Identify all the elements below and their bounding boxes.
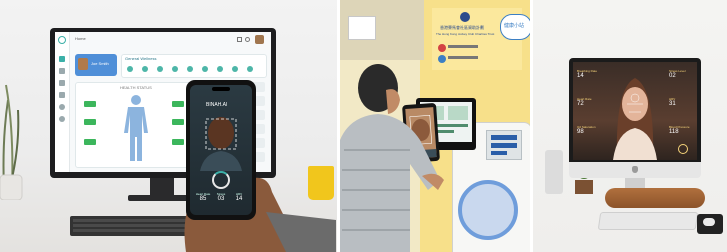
dashboard-photo: Home Joe Smith General Wellness HEALTH S… — [0, 0, 337, 252]
readout-value: 03 — [217, 196, 225, 202]
nav-help-icon[interactable] — [59, 116, 65, 122]
kiosk-photo: 香港賽馬會社區資助計劃 The Hong Kong Jockey Club Ch… — [340, 0, 530, 252]
phone-screen[interactable]: BINAH.AI Heart Rate 85 Stress 03 HRV 14 — [190, 85, 252, 215]
edit-icon[interactable] — [237, 37, 242, 42]
scan-progress-ring — [212, 171, 230, 189]
avatar[interactable] — [255, 35, 264, 44]
readout-2: Stress 03 — [212, 193, 230, 203]
imac-photo: Breathing Rate 14 Heart Rate 72 O2 Satur… — [533, 0, 727, 252]
stat-value: 31 — [669, 101, 676, 107]
user-avatar — [78, 58, 88, 70]
stat-value: 72 — [577, 101, 584, 107]
stat-stress-level: Stress Level 02 — [669, 70, 695, 80]
readout-1: Heart Rate 85 — [194, 193, 212, 203]
health-station-badge: 健康小站 — [500, 14, 530, 40]
metric-icons — [126, 65, 262, 73]
user-card[interactable]: Joe Smith — [75, 54, 117, 76]
face-portrait — [613, 78, 657, 160]
stat-breathing-rate: Breathing Rate 14 — [577, 70, 603, 80]
organ-tag[interactable] — [84, 101, 96, 107]
plant-decoration — [0, 80, 24, 200]
readout-value: 14 — [235, 196, 243, 202]
header-label: Home — [75, 36, 86, 41]
phone-notch — [212, 87, 230, 91]
nav-reports-icon[interactable] — [59, 80, 65, 86]
apple-logo-icon — [632, 166, 638, 173]
scan-progress-ring — [678, 144, 688, 154]
nav-chart-icon[interactable] — [59, 92, 65, 98]
nav-settings-icon[interactable] — [59, 104, 65, 110]
nav-home-icon[interactable] — [59, 56, 65, 62]
speaker — [545, 150, 563, 194]
organ-tag[interactable] — [172, 101, 184, 107]
body-heading: HEALTH STATUS — [120, 85, 152, 90]
app-logo-icon — [58, 36, 66, 44]
bp-display — [486, 130, 522, 160]
wellness-strip: General Wellness — [121, 54, 267, 78]
stat-hrv: HRV 31 — [669, 98, 695, 108]
wooden-riser — [605, 188, 705, 208]
badge-text: 健康小站 — [504, 23, 525, 29]
imac-screen[interactable]: Breathing Rate 14 Heart Rate 72 O2 Satur… — [573, 62, 697, 160]
settings-icon[interactable] — [245, 37, 250, 42]
readout-3: HRV 14 — [230, 193, 248, 203]
organ-tag[interactable] — [84, 119, 96, 125]
stat-o2-saturation: O2 Saturation 98 — [577, 126, 603, 136]
user-name: Joe Smith — [91, 61, 109, 66]
section-title: General Wellness — [125, 56, 157, 61]
bp-cuff — [458, 180, 518, 240]
readout-value: 85 — [199, 196, 207, 202]
app-sidebar — [55, 32, 70, 172]
stat-value: 118 — [669, 129, 679, 135]
phone-brand: BINAH.AI — [206, 102, 228, 108]
stat-heart-rate: Heart Rate 72 — [577, 98, 603, 108]
stat-value: 14 — [577, 73, 584, 79]
body-silhouette — [124, 95, 148, 161]
stat-value: 02 — [669, 73, 676, 79]
nav-users-icon[interactable] — [59, 68, 65, 74]
mouse — [703, 218, 715, 226]
organ-tag[interactable] — [84, 139, 96, 145]
seated-person — [340, 64, 444, 252]
monitor-stand — [150, 178, 174, 196]
stat-value: 98 — [577, 129, 584, 135]
face-portrait — [200, 117, 242, 171]
stat-blood-pressure: Blood Pressure 118 — [669, 126, 695, 136]
sponsor-logo — [460, 12, 470, 22]
keyboard — [597, 212, 699, 230]
